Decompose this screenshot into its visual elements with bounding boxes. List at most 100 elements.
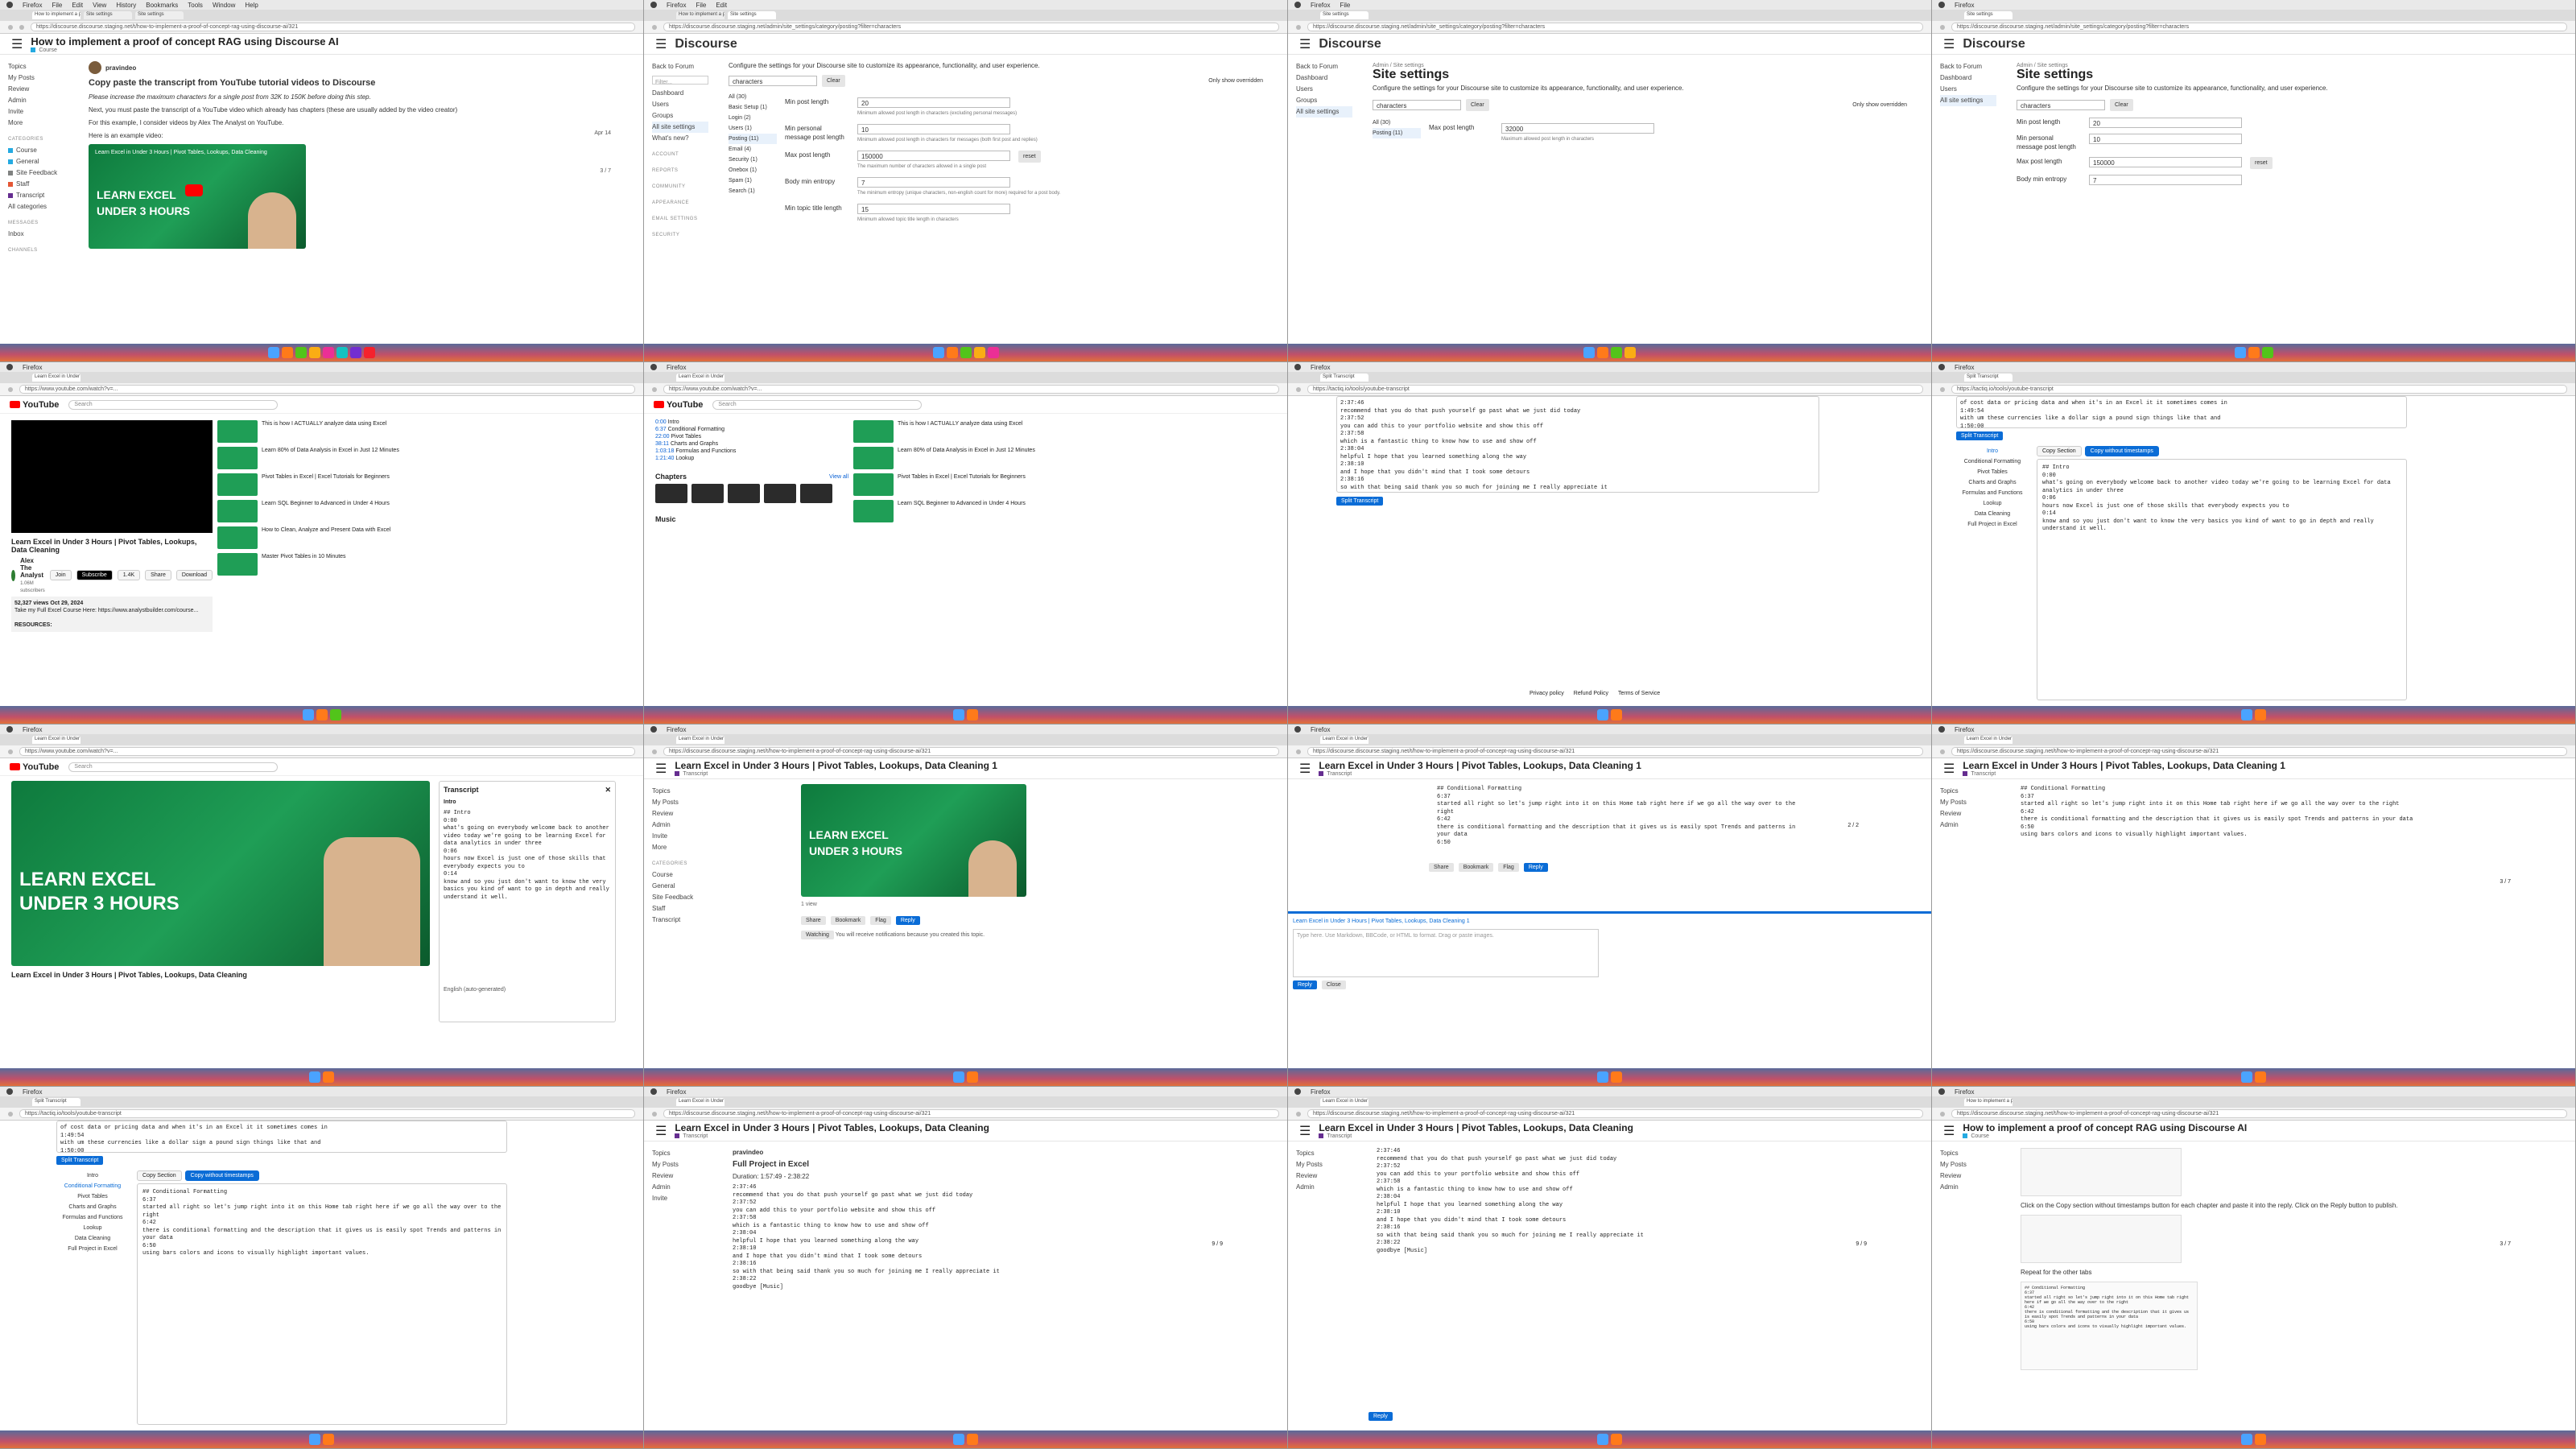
topic-category[interactable]: Transcript (683, 1133, 708, 1139)
firefox-icon[interactable] (2255, 1071, 2266, 1083)
screenshot-image[interactable] (2021, 1215, 2182, 1263)
back-icon[interactable] (1940, 749, 1945, 754)
chapter-thumb[interactable] (655, 484, 687, 503)
browser-tab[interactable]: Split Transcript (1320, 374, 1368, 382)
browser-tab[interactable]: Site settings (1964, 11, 2013, 19)
related-video[interactable]: How to Clean, Analyze and Present Data w… (217, 526, 635, 549)
share-button[interactable]: Share (145, 570, 171, 580)
firefox-icon[interactable] (2255, 709, 2266, 720)
back-icon[interactable] (1296, 749, 1301, 754)
apple-icon[interactable] (1294, 364, 1301, 370)
post-author[interactable]: pravindeo (105, 64, 136, 72)
admin-nav-users[interactable]: Users (652, 99, 708, 110)
address-bar[interactable]: https://discourse.discourse.staging.net/… (1951, 23, 2567, 31)
browser-tab[interactable]: Site settings (1320, 11, 1368, 19)
related-video[interactable]: Pivot Tables in Excel | Excel Tutorials … (853, 473, 1279, 496)
topic-timeline[interactable]: 2 / 2 (1847, 823, 1859, 828)
browser-tab[interactable]: How to implement a proof of concept RAG … (32, 11, 80, 19)
apple-icon[interactable] (6, 1088, 13, 1095)
youtube-search-input[interactable]: Search (68, 762, 279, 772)
finder-icon[interactable] (2234, 347, 2246, 358)
sidebar-category-staff[interactable]: Staff (8, 179, 64, 190)
address-bar[interactable]: https://www.youtube.com/watch?v=... (663, 385, 1279, 394)
bookmark-button[interactable]: Bookmark (830, 916, 866, 925)
sidebar-category-transcript[interactable]: Transcript (8, 190, 64, 201)
admin-nav-users[interactable]: Users (1940, 84, 1996, 95)
topic-category[interactable]: Course (1971, 1133, 1989, 1139)
apple-icon[interactable] (650, 364, 657, 370)
apple-icon[interactable] (6, 364, 13, 370)
admin-nav-dashboard[interactable]: Dashboard (652, 88, 708, 99)
only-overridden-checkbox[interactable]: Only show overridden (1208, 76, 1263, 85)
site-logo[interactable]: Discourse (1319, 37, 1381, 52)
app-icon[interactable] (336, 347, 348, 358)
apple-icon[interactable] (6, 2, 13, 8)
topic-category[interactable]: Transcript (1327, 1133, 1352, 1139)
youtube-logo[interactable]: YouTube (10, 762, 59, 772)
reset-button[interactable]: reset (1018, 151, 1041, 163)
split-transcript-button[interactable]: Split Transcript (1336, 497, 1384, 506)
browser-tab[interactable]: Learn Excel in Under 3 Hours | Pivot Tab… (676, 736, 724, 744)
back-icon[interactable] (652, 749, 657, 754)
firefox-icon[interactable] (967, 1071, 978, 1083)
settings-search-input[interactable]: characters (1373, 100, 1461, 110)
site-logo[interactable]: Discourse (1963, 37, 2025, 52)
sidebar-category-course[interactable]: Course (8, 145, 64, 156)
back-icon[interactable] (8, 1111, 13, 1117)
related-video[interactable]: Pivot Tables in Excel | Excel Tutorials … (217, 473, 635, 496)
sidebar-item-admin[interactable]: Admin (8, 95, 64, 106)
finder-icon[interactable] (2241, 1071, 2252, 1083)
address-bar[interactable]: https://discourse.discourse.staging.net/… (1951, 747, 2567, 756)
hamburger-icon[interactable]: ☰ (1943, 1123, 1955, 1139)
related-video[interactable]: Learn SQL Beginner to Advanced in Under … (217, 500, 635, 522)
sidebar-category-site-feedback[interactable]: Site Feedback (8, 167, 64, 179)
firefox-icon[interactable] (1597, 347, 1608, 358)
back-icon[interactable] (1296, 24, 1301, 30)
address-bar[interactable]: https://discourse.discourse.staging.net/… (1307, 747, 1923, 756)
address-bar[interactable]: https://discourse.discourse.staging.net/… (31, 23, 635, 31)
hamburger-icon[interactable]: ☰ (655, 36, 667, 52)
address-bar[interactable]: https://discourse.discourse.staging.net/… (1307, 1109, 1923, 1118)
join-button[interactable]: Join (49, 570, 72, 580)
finder-icon[interactable] (1597, 1434, 1608, 1445)
clear-button[interactable]: Clear (822, 75, 845, 87)
section-text[interactable]: ## Conditional Formatting 6:37 started a… (137, 1183, 507, 1425)
chapter-thumb[interactable] (728, 484, 760, 503)
browser-tab[interactable]: Learn Excel in Under 3 Hours | Pivot Tab… (32, 736, 80, 744)
share-button[interactable]: Share (801, 916, 826, 925)
sidebar-item-inbox[interactable]: Inbox (8, 229, 64, 240)
app-icon[interactable] (1624, 347, 1636, 358)
topic-category[interactable]: Transcript (1327, 771, 1352, 777)
reply-button[interactable]: Reply (895, 916, 920, 925)
clear-button[interactable]: Clear (1466, 99, 1489, 111)
back-icon[interactable] (8, 749, 13, 754)
reset-button[interactable]: reset (2250, 157, 2273, 169)
screenshot-image[interactable]: ## Conditional Formatting 6:37 started a… (2021, 1282, 2198, 1370)
back-to-forum-link[interactable]: Back to Forum (1940, 61, 1996, 72)
admin-nav-all-settings[interactable]: All site settings (1940, 95, 1996, 106)
reply-button[interactable]: Reply (1368, 1412, 1393, 1421)
apple-icon[interactable] (1938, 1088, 1945, 1095)
copy-without-timestamps-button[interactable]: Copy without timestamps (184, 1170, 259, 1181)
firefox-icon[interactable] (1611, 1071, 1622, 1083)
finder-icon[interactable] (1597, 1071, 1608, 1083)
topic-category[interactable]: Transcript (1971, 771, 1996, 777)
admin-filter-input[interactable]: Filter... (652, 76, 708, 85)
sidebar-item-review[interactable]: Review (8, 84, 64, 95)
firefox-icon[interactable] (967, 1434, 978, 1445)
apple-icon[interactable] (650, 1088, 657, 1095)
hamburger-icon[interactable]: ☰ (655, 761, 667, 777)
topic-timeline[interactable]: Apr 14 3 / 7 (594, 130, 611, 174)
screenshot-image[interactable] (2021, 1148, 2182, 1196)
sidebar-item-invite[interactable]: Invite (8, 106, 64, 118)
topic-timeline[interactable]: 3 / 7 (2500, 1241, 2511, 1247)
like-button[interactable]: 1.4K (117, 570, 141, 580)
firefox-icon[interactable] (282, 347, 293, 358)
hamburger-icon[interactable]: ☰ (1943, 36, 1955, 52)
browser-tab[interactable]: Learn Excel in Under 3 Hours | Pivot Tab… (676, 374, 724, 382)
sidebar-item-my-posts[interactable]: My Posts (8, 72, 64, 84)
app-icon[interactable] (987, 347, 999, 358)
app-icon[interactable] (329, 709, 341, 720)
back-icon[interactable] (1940, 24, 1945, 30)
section-text[interactable]: ## Intro 0:00 what's going on everybody … (2037, 459, 2407, 700)
